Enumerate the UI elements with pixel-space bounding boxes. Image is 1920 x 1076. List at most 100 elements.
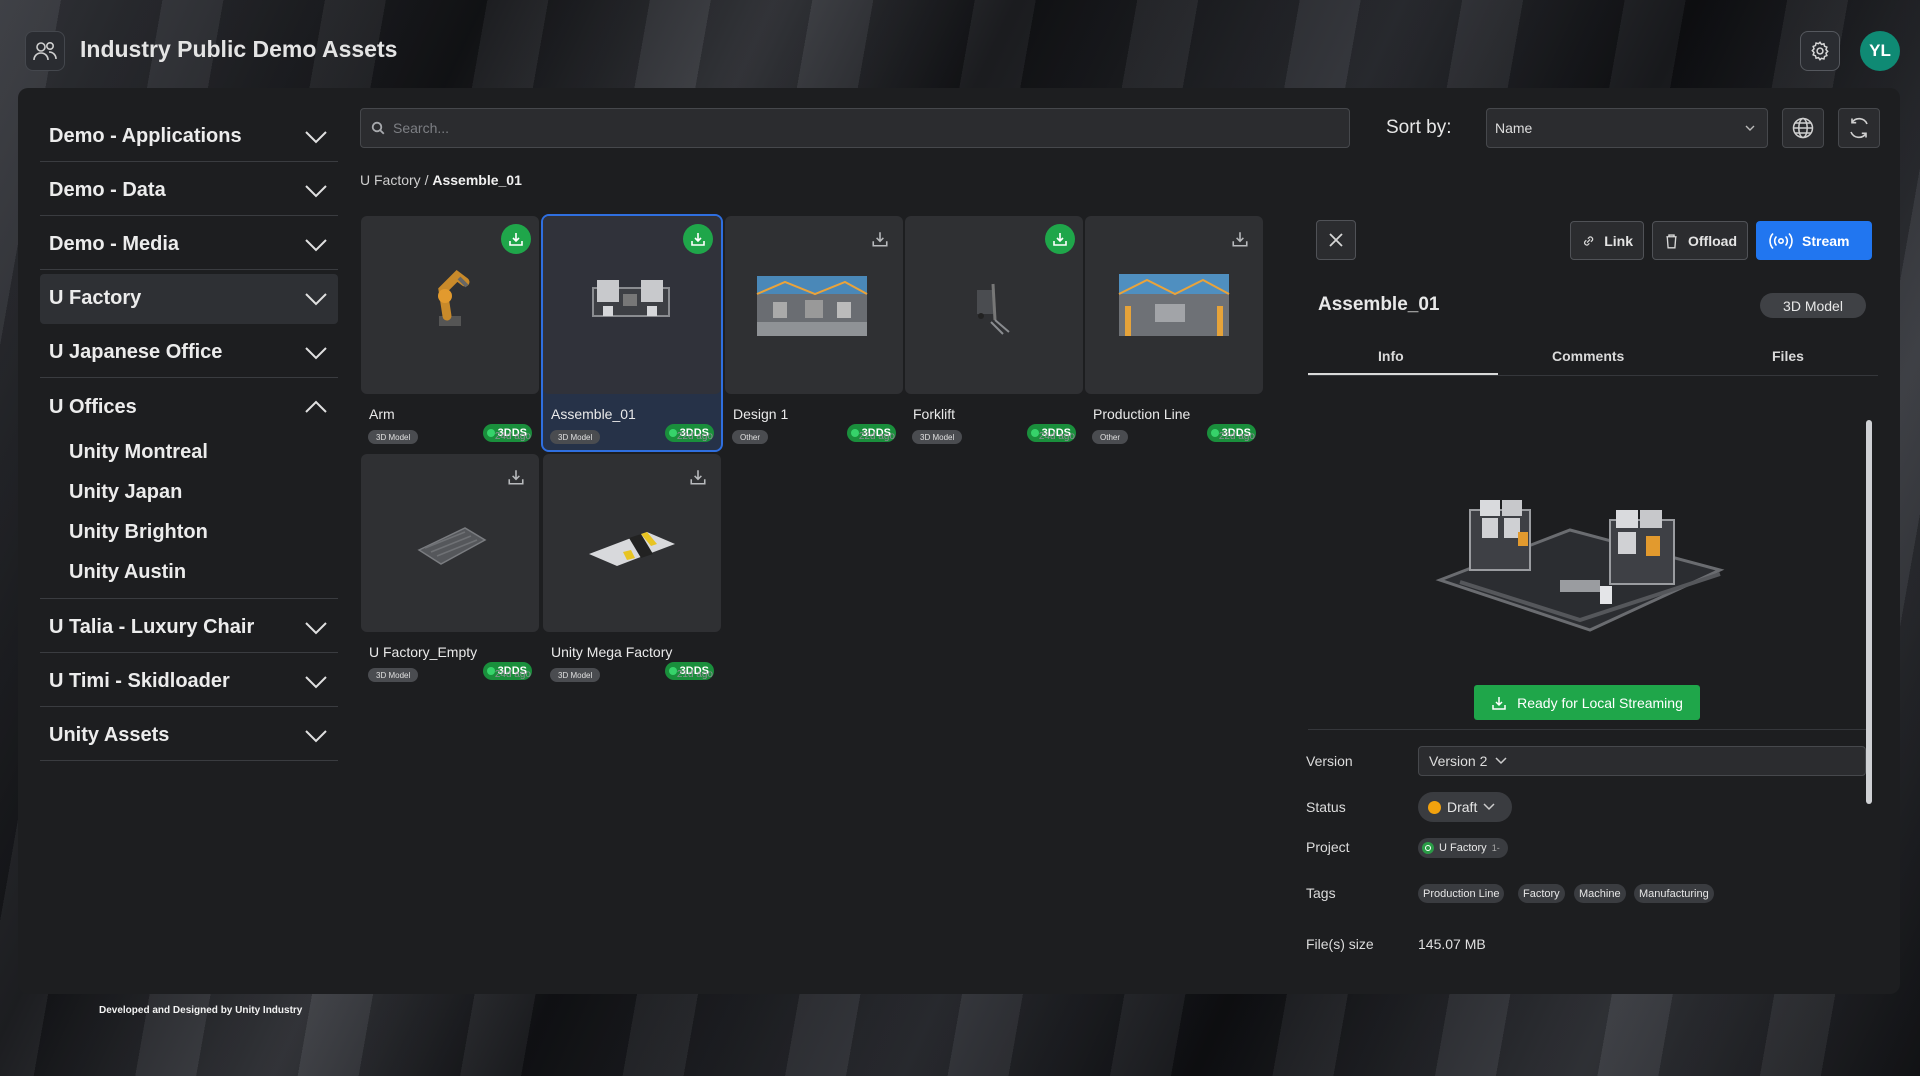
sidebar-item-u-factory[interactable]: U Factory <box>40 274 338 324</box>
people-icon <box>33 41 57 61</box>
stream-button[interactable]: Stream <box>1756 221 1872 260</box>
asset-type: Other <box>1092 430 1129 444</box>
asset-age: 24d ago <box>1038 431 1075 442</box>
sidebar-item-demo-applications[interactable]: Demo - Applications <box>40 112 338 162</box>
app-logo[interactable] <box>25 31 65 71</box>
tab-files[interactable]: Files <box>1772 348 1804 364</box>
tag-chip[interactable]: Manufacturing <box>1634 884 1714 903</box>
badge-dot <box>850 429 859 437</box>
asset-card-arm[interactable]: 3DDS Arm 3D Model 24d ago <box>361 216 539 450</box>
sidebar-item-label: Demo - Data <box>49 179 166 201</box>
sidebar-item-label: U Factory <box>49 287 142 309</box>
settings-button[interactable] <box>1800 31 1840 71</box>
asset-type: 3D Model <box>368 668 419 682</box>
tag-chip[interactable]: Production Line <box>1418 884 1505 903</box>
detail-scrollbar[interactable] <box>1866 420 1872 804</box>
project-suffix: 1- <box>1491 843 1500 853</box>
tag-chip[interactable]: Machine <box>1574 884 1626 903</box>
status-select[interactable]: Draft <box>1418 792 1512 822</box>
download-icon <box>690 470 706 485</box>
broadcast-icon <box>1769 232 1793 249</box>
search-box[interactable] <box>360 108 1350 148</box>
sidebar-item-u-offices[interactable]: U Offices <box>40 382 338 432</box>
download-button[interactable] <box>1045 224 1075 254</box>
language-button[interactable] <box>1782 108 1824 148</box>
refresh-icon <box>1850 117 1868 139</box>
status-value: Draft <box>1447 799 1478 815</box>
asset-type: 3D Model <box>368 430 419 444</box>
sidebar-item-label: Demo - Media <box>49 233 180 255</box>
sidebar-subitem-unity-brighton[interactable]: Unity Brighton <box>40 512 338 552</box>
globe-icon <box>1792 117 1814 139</box>
refresh-button[interactable] <box>1838 108 1880 148</box>
search-icon <box>371 121 385 135</box>
close-detail-button[interactable] <box>1316 220 1356 260</box>
tab-comments[interactable]: Comments <box>1552 348 1624 364</box>
asset-card-assemble-01[interactable]: 3DDS Assemble_01 3D Model 22d ago <box>541 214 723 452</box>
app-header: Industry Public Demo Assets YL <box>0 0 1920 88</box>
sidebar-item-u-japanese-office[interactable]: U Japanese Office <box>40 328 338 378</box>
asset-name: Production Line <box>1093 406 1191 422</box>
sidebar: Demo - Applications Demo - Data Demo - M… <box>40 112 338 765</box>
download-button[interactable] <box>865 224 895 254</box>
chevron-down-icon <box>305 292 327 305</box>
offload-label: Offload <box>1688 232 1737 249</box>
download-button[interactable] <box>683 462 713 492</box>
project-value: U Factory <box>1439 842 1487 854</box>
download-button[interactable] <box>501 462 531 492</box>
tags-label: Tags <box>1306 885 1336 901</box>
sidebar-item-demo-media[interactable]: Demo - Media <box>40 220 338 270</box>
asset-card-forklift[interactable]: 3DDS Forklift 3D Model 24d ago <box>905 216 1083 450</box>
version-select[interactable]: Version 2 <box>1418 746 1866 776</box>
detail-title: Assemble_01 <box>1318 294 1440 315</box>
sidebar-item-label: U Talia - Luxury Chair <box>49 616 255 638</box>
download-button[interactable] <box>501 224 531 254</box>
breadcrumb-parent[interactable]: U Factory <box>360 172 421 188</box>
tag-chip[interactable]: Factory <box>1518 884 1565 903</box>
sidebar-item-label: Demo - Applications <box>49 125 242 147</box>
asset-card-u-factory-empty[interactable]: 3DDS U Factory_Empty 3D Model 24d ago <box>361 454 539 688</box>
asset-card-unity-mega-factory[interactable]: 3DDS Unity Mega Factory 3D Model 21d ago <box>543 454 721 688</box>
asset-type: 3D Model <box>550 430 601 444</box>
sidebar-item-u-talia[interactable]: U Talia - Luxury Chair <box>40 603 338 653</box>
download-icon <box>872 232 888 247</box>
asset-type: 3D Model <box>550 668 601 682</box>
chevron-down-icon <box>305 184 327 197</box>
sidebar-item-label: U Timi - Skidloader <box>49 670 230 692</box>
download-button[interactable] <box>683 224 713 254</box>
asset-type: Other <box>732 430 769 444</box>
link-label: Link <box>1604 232 1633 249</box>
sidebar-item-demo-data[interactable]: Demo - Data <box>40 166 338 216</box>
stream-label: Stream <box>1802 232 1850 249</box>
sidebar-subitem-unity-austin[interactable]: Unity Austin <box>40 552 338 592</box>
breadcrumb-separator: / <box>420 172 433 188</box>
asset-name: Design 1 <box>733 406 789 422</box>
link-button[interactable]: Link <box>1570 221 1644 260</box>
user-avatar[interactable]: YL <box>1860 31 1900 71</box>
filesize-label: File(s) size <box>1306 936 1374 952</box>
sidebar-subgroup-u-offices: Unity Montreal Unity Japan Unity Brighto… <box>40 432 338 599</box>
sidebar-item-label: U Japanese Office <box>49 341 223 363</box>
sidebar-item-unity-assets[interactable]: Unity Assets <box>40 711 338 761</box>
sort-select[interactable]: Name <box>1486 108 1768 148</box>
asset-type-pill: 3D Model <box>1760 293 1866 318</box>
sort-label: Sort by: <box>1386 117 1452 138</box>
asset-name: U Factory_Empty <box>369 644 478 660</box>
chevron-down-icon <box>1483 803 1495 811</box>
download-button[interactable] <box>1225 224 1255 254</box>
asset-age: 21d ago <box>676 669 713 680</box>
download-icon <box>508 470 524 485</box>
ready-streaming-button[interactable]: Ready for Local Streaming <box>1474 685 1700 720</box>
badge-dot <box>486 667 495 675</box>
sidebar-subitem-unity-japan[interactable]: Unity Japan <box>40 472 338 512</box>
project-chip[interactable]: U Factory 1- <box>1418 838 1508 858</box>
sidebar-item-u-timi[interactable]: U Timi - Skidloader <box>40 657 338 707</box>
sidebar-subitem-unity-montreal[interactable]: Unity Montreal <box>40 432 338 472</box>
tab-info[interactable]: Info <box>1378 348 1404 364</box>
asset-card-design-1[interactable]: 3DDS Design 1 Other 22d ago <box>725 216 903 450</box>
download-icon <box>1232 232 1248 247</box>
offload-button[interactable]: Offload <box>1652 221 1748 260</box>
search-input[interactable] <box>393 120 1293 136</box>
asset-preview-image <box>1435 500 1725 632</box>
asset-card-production-line[interactable]: 3DDS Production Line Other 22d ago <box>1085 216 1263 450</box>
